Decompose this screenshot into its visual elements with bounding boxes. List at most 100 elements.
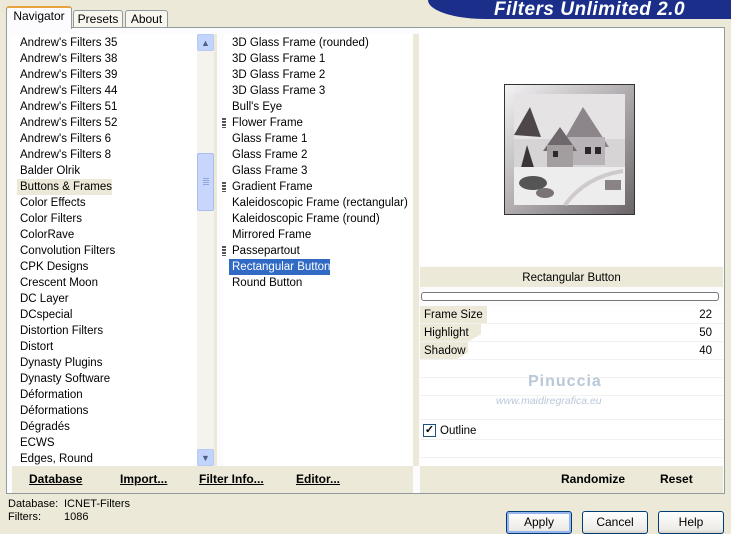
progress-bar [421, 292, 719, 301]
category-item[interactable]: Déformation [17, 387, 83, 403]
category-item[interactable]: Dégradés [17, 419, 70, 435]
category-item[interactable]: Andrew's Filters 39 [17, 67, 117, 83]
cancel-button[interactable]: Cancel [582, 511, 648, 534]
category-item[interactable]: Andrew's Filters 38 [17, 51, 117, 67]
parameter-panel: Frame Size 22 Highlight 50 Shadow 40 ✓ O… [420, 306, 723, 466]
randomize-button[interactable]: Randomize [561, 472, 625, 486]
category-item[interactable]: Andrew's Filters 44 [17, 83, 117, 99]
category-item[interactable]: Andrew's Filters 51 [17, 99, 117, 115]
scroll-down-button[interactable]: ▼ [197, 449, 214, 466]
category-item[interactable]: Color Effects [17, 195, 86, 211]
preview-image [504, 84, 635, 215]
help-button[interactable]: Help [658, 511, 724, 534]
category-list[interactable]: Andrew's Filters 35 Andrew's Filters 38 An… [12, 34, 197, 466]
filter-item-label: Glass Frame 3 [232, 165, 308, 177]
category-item[interactable]: Distortion Filters [17, 323, 103, 339]
filter-item[interactable]: Glass Frame 3 [229, 163, 307, 179]
category-item[interactable]: Déformations [17, 403, 88, 419]
filter-item-label: Gradient Frame [232, 181, 313, 193]
filter-item[interactable]: Rectangular Button [229, 259, 331, 275]
left-button-bar: Database Import... Filter Info... Editor… [12, 466, 413, 493]
filter-item[interactable]: Flower Frame [222, 115, 303, 131]
group-handle-icon [222, 246, 226, 256]
empty-param-row [420, 440, 723, 458]
highlight-slider[interactable]: Highlight 50 [420, 324, 723, 342]
filter-item-label: 3D Glass Frame 2 [232, 69, 326, 81]
watermark-name: Pinuccia [528, 373, 602, 390]
watermark-url: www.maidiregrafica.eu [496, 395, 602, 407]
category-item[interactable]: Crescent Moon [17, 275, 98, 291]
frame-size-value: 22 [699, 309, 712, 321]
tab-navigator[interactable]: Navigator [6, 6, 72, 29]
checkmark-icon: ✓ [424, 424, 435, 436]
status-filters: Filters: 1086 [8, 511, 88, 523]
filter-item-label: 3D Glass Frame 3 [232, 85, 326, 97]
chevron-down-icon: ▼ [201, 452, 210, 463]
filter-item[interactable]: Bull's Eye [229, 99, 282, 115]
filter-item[interactable]: 3D Glass Frame (rounded) [229, 35, 369, 51]
category-item[interactable]: ColorRave [17, 227, 74, 243]
category-item[interactable]: Edges, Round [17, 451, 93, 466]
category-item[interactable]: Convolution Filters [17, 243, 115, 259]
filter-item[interactable]: Mirrored Frame [229, 227, 311, 243]
category-item[interactable]: DCspecial [17, 307, 72, 323]
outline-label: Outline [440, 425, 477, 437]
editor-button[interactable]: Editor... [296, 472, 340, 486]
frame-size-label: Frame Size [424, 309, 483, 321]
category-item[interactable]: Andrew's Filters 6 [17, 131, 111, 147]
group-handle-icon [222, 182, 226, 192]
database-button[interactable]: Database [29, 472, 82, 486]
category-item[interactable]: Distort [17, 339, 53, 355]
filter-item-label: Glass Frame 2 [232, 149, 308, 161]
filter-item[interactable]: Glass Frame 2 [229, 147, 307, 163]
category-item[interactable]: DC Layer [17, 291, 69, 307]
filter-item[interactable]: Glass Frame 1 [229, 131, 307, 147]
category-item[interactable]: CPK Designs [17, 259, 88, 275]
outline-checkbox[interactable]: ✓ [423, 424, 436, 437]
winter-house-picture [505, 85, 634, 214]
tab-about[interactable]: About [125, 10, 168, 28]
preview-area [419, 28, 724, 266]
category-item[interactable]: Balder Olrik [17, 163, 80, 179]
shadow-value: 40 [699, 345, 712, 357]
right-button-bar: Randomize Reset [420, 466, 723, 493]
filter-item-label: Bull's Eye [232, 101, 283, 113]
outline-checkbox-row[interactable]: ✓ Outline [420, 422, 723, 440]
filter-item[interactable]: 3D Glass Frame 1 [229, 51, 325, 67]
filter-item[interactable]: Round Button [229, 275, 302, 291]
filter-item[interactable]: 3D Glass Frame 3 [229, 83, 325, 99]
filter-info-button[interactable]: Filter Info... [199, 472, 264, 486]
category-item[interactable]: Dynasty Plugins [17, 355, 102, 371]
filter-item[interactable]: Kaleidoscopic Frame (rectangular) [229, 195, 408, 211]
selected-filter-title: Rectangular Button [420, 267, 723, 287]
reset-button[interactable]: Reset [660, 472, 693, 486]
frame-size-slider[interactable]: Frame Size 22 [420, 306, 723, 324]
category-item[interactable]: Andrew's Filters 8 [17, 147, 111, 163]
apply-button[interactable]: Apply [506, 511, 572, 534]
category-item[interactable]: Color Filters [17, 211, 82, 227]
filter-item[interactable]: Kaleidoscopic Frame (round) [229, 211, 380, 227]
category-item[interactable]: Andrew's Filters 35 [17, 35, 117, 51]
import-button[interactable]: Import... [120, 472, 167, 486]
category-item[interactable]: ECWS [17, 435, 55, 451]
status-database: Database: ICNET-Filters [8, 498, 130, 510]
category-item[interactable]: Dynasty Software [17, 371, 110, 387]
category-item[interactable]: Andrew's Filters 52 [17, 115, 117, 131]
splitter[interactable] [214, 34, 217, 466]
filter-item-label: Mirrored Frame [232, 229, 312, 241]
scroll-thumb[interactable] [197, 153, 214, 211]
filter-item-label: Rectangular Button [232, 261, 331, 273]
filter-item[interactable]: Gradient Frame [222, 179, 313, 195]
category-item[interactable]: Buttons & Frames [17, 179, 113, 195]
filter-item-label: Passepartout [232, 245, 300, 257]
tab-presets[interactable]: Presets [73, 10, 123, 28]
category-scrollbar[interactable]: ▲ ▼ [197, 34, 214, 466]
filter-item[interactable]: 3D Glass Frame 2 [229, 67, 325, 83]
filter-item[interactable]: Passepartout [222, 243, 300, 259]
filter-item-label: Kaleidoscopic Frame (round) [232, 213, 380, 225]
shadow-label: Shadow [424, 345, 466, 357]
shadow-slider[interactable]: Shadow 40 [420, 342, 723, 360]
scroll-up-button[interactable]: ▲ [197, 34, 214, 51]
status-filters-label: Filters: [8, 511, 41, 523]
filter-list[interactable]: 3D Glass Frame (rounded) 3D Glass Frame 1… [222, 34, 413, 466]
